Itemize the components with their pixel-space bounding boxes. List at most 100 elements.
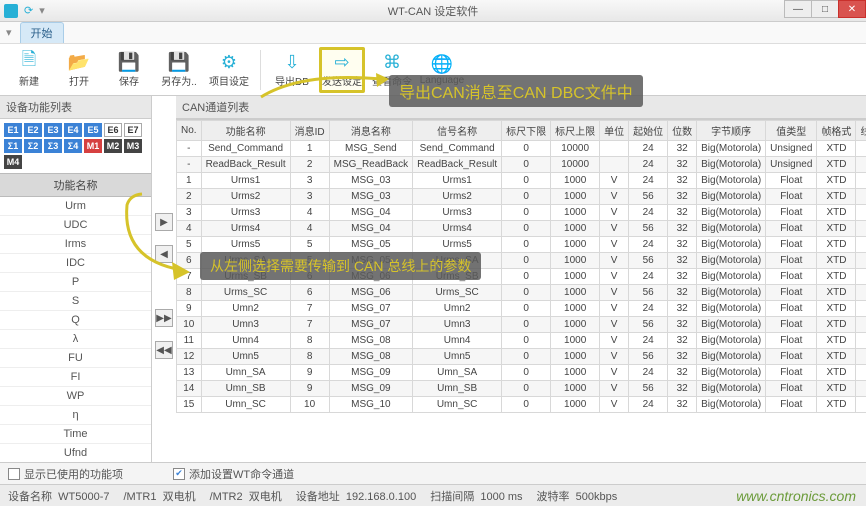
column-header[interactable]: 值类型 xyxy=(766,121,817,141)
table-cell: MSG_03 xyxy=(329,189,412,205)
saveas-button[interactable]: 💾另存为.. xyxy=(156,47,202,93)
table-row[interactable]: 5Urms55MSG_05Urms501000V2432Big(Motorola… xyxy=(177,237,866,253)
column-header[interactable]: 消息ID xyxy=(290,121,329,141)
element-tag[interactable]: E6 xyxy=(104,123,122,137)
open-button[interactable]: 📂打开 xyxy=(56,47,102,93)
qat-refresh-icon[interactable]: ⟳ xyxy=(24,4,33,17)
table-cell: 56 xyxy=(629,381,668,397)
table-cell: 1 xyxy=(856,237,866,253)
move-all-right-button[interactable]: ▶▶ xyxy=(155,309,173,327)
element-tag[interactable]: E2 xyxy=(24,123,42,137)
function-list[interactable]: UrmUDCIrmsIDCPSQλFUFIWPηTimeUfndIfndPfnd… xyxy=(0,197,151,476)
element-tag[interactable]: E3 xyxy=(44,123,62,137)
column-header[interactable]: 消息名称 xyxy=(329,121,412,141)
table-row[interactable]: 6Urms_SA5MSG_05Urms_SA01000V5632Big(Moto… xyxy=(177,253,866,269)
table-cell: Big(Motorola) xyxy=(697,365,766,381)
function-item[interactable]: P xyxy=(0,273,151,292)
table-row[interactable]: 15Umn_SC10MSG_10Umn_SC01000V2432Big(Moto… xyxy=(177,397,866,413)
column-header[interactable]: 功能名称 xyxy=(201,121,290,141)
element-tag[interactable]: M4 xyxy=(4,155,22,169)
function-item[interactable]: Q xyxy=(0,311,151,330)
move-right-button[interactable]: ▶ xyxy=(155,213,173,231)
project-settings-button[interactable]: ⚙项目设定 xyxy=(206,47,252,93)
move-left-button[interactable]: ◀ xyxy=(155,245,173,263)
table-row[interactable]: 9Umn27MSG_07Umn201000V2432Big(Motorola)F… xyxy=(177,301,866,317)
table-cell: 3 xyxy=(177,205,202,221)
table-cell: ReadBack_Result xyxy=(201,157,290,173)
element-tag[interactable]: M2 xyxy=(104,139,122,153)
table-row[interactable]: 13Umn_SA9MSG_09Umn_SA01000V2432Big(Motor… xyxy=(177,365,866,381)
table-cell: 56 xyxy=(629,285,668,301)
qat-dropdown-icon[interactable]: ▾ xyxy=(39,4,45,17)
table-cell: 32 xyxy=(668,141,697,157)
element-tag[interactable]: E7 xyxy=(124,123,142,137)
function-item[interactable]: WP xyxy=(0,387,151,406)
table-row[interactable]: 1Urms13MSG_03Urms101000V2432Big(Motorola… xyxy=(177,173,866,189)
table-cell: Big(Motorola) xyxy=(697,157,766,173)
element-tag[interactable]: M3 xyxy=(124,139,142,153)
column-header[interactable]: 信号名称 xyxy=(413,121,502,141)
table-cell: V xyxy=(600,381,629,397)
table-row[interactable]: 2Urms23MSG_03Urms201000V5632Big(Motorola… xyxy=(177,189,866,205)
function-item[interactable]: Irms xyxy=(0,235,151,254)
element-tag[interactable]: E1 xyxy=(4,123,22,137)
view-command-button[interactable]: ⌘查看命令 xyxy=(369,47,415,93)
element-tag[interactable]: Σ3 xyxy=(44,139,62,153)
send-settings-button[interactable]: ⇨发送设定 xyxy=(319,47,365,93)
function-item[interactable]: η xyxy=(0,406,151,425)
table-row[interactable]: 12Umn58MSG_08Umn501000V5632Big(Motorola)… xyxy=(177,349,866,365)
show-used-checkbox[interactable]: 显示已使用的功能项 xyxy=(8,466,123,482)
table-row[interactable]: 14Umn_SB9MSG_09Umn_SB01000V5632Big(Motor… xyxy=(177,381,866,397)
table-cell: MSG_04 xyxy=(329,221,412,237)
column-header[interactable]: 位数 xyxy=(668,121,697,141)
table-row[interactable]: -ReadBack_Result2MSG_ReadBackReadBack_Re… xyxy=(177,157,866,173)
table-cell: Umn_SB xyxy=(413,381,502,397)
table-row[interactable]: 7Urms_SB6MSG_06Urms_SB01000V2432Big(Moto… xyxy=(177,269,866,285)
element-tag[interactable]: Σ4 xyxy=(64,139,82,153)
function-item[interactable]: S xyxy=(0,292,151,311)
function-item[interactable]: UDC xyxy=(0,216,151,235)
column-header[interactable]: 标尺上限 xyxy=(551,121,600,141)
minimize-button[interactable]: — xyxy=(784,0,812,18)
table-row[interactable]: -Send_Command1MSG_SendSend_Command010000… xyxy=(177,141,866,157)
element-tag[interactable]: E5 xyxy=(84,123,102,137)
save-button[interactable]: 💾保存 xyxy=(106,47,152,93)
element-tag[interactable]: E4 xyxy=(64,123,82,137)
tab-start[interactable]: 开始 xyxy=(20,22,64,43)
table-cell: Big(Motorola) xyxy=(697,301,766,317)
table-cell: XTD xyxy=(817,141,856,157)
column-header[interactable]: 字节顺序 xyxy=(697,121,766,141)
table-row[interactable]: 8Urms_SC6MSG_06Urms_SC01000V5632Big(Moto… xyxy=(177,285,866,301)
function-item[interactable]: IDC xyxy=(0,254,151,273)
function-item[interactable]: Time xyxy=(0,425,151,444)
function-item[interactable]: FI xyxy=(0,368,151,387)
function-item[interactable]: Ufnd xyxy=(0,444,151,463)
column-header[interactable]: 起始位 xyxy=(629,121,668,141)
element-tag[interactable]: Σ1 xyxy=(4,139,22,153)
element-tag[interactable]: M1 xyxy=(84,139,102,153)
element-tag[interactable]: Σ2 xyxy=(24,139,42,153)
function-item[interactable]: FU xyxy=(0,349,151,368)
column-header[interactable]: No. xyxy=(177,121,202,141)
column-header[interactable]: 单位 xyxy=(600,121,629,141)
column-header[interactable]: 帧格式 xyxy=(817,121,856,141)
column-header[interactable]: 标尺下限 xyxy=(502,121,551,141)
function-item[interactable]: Urm xyxy=(0,197,151,216)
function-item[interactable]: λ xyxy=(0,330,151,349)
table-row[interactable]: 10Umn37MSG_07Umn301000V5632Big(Motorola)… xyxy=(177,317,866,333)
channel-grid[interactable]: No.功能名称消息ID消息名称信号名称标尺下限标尺上限单位起始位位数字节顺序值类… xyxy=(176,119,866,413)
new-button[interactable]: 🗎新建 xyxy=(6,47,52,93)
maximize-button[interactable]: □ xyxy=(811,0,839,18)
close-button[interactable]: ✕ xyxy=(838,0,866,18)
table-cell: Big(Motorola) xyxy=(697,253,766,269)
export-db-button[interactable]: ⇩导出DB xyxy=(269,47,315,93)
move-all-left-button[interactable]: ◀◀ xyxy=(155,341,173,359)
language-button[interactable]: 🌐Language xyxy=(419,47,465,93)
table-cell: 1 xyxy=(856,301,866,317)
add-wt-checkbox[interactable]: ✔添加设置WT命令通道 xyxy=(173,466,294,482)
column-header[interactable]: 线性缩放 xyxy=(856,121,866,141)
table-row[interactable]: 11Umn48MSG_08Umn401000V2432Big(Motorola)… xyxy=(177,333,866,349)
table-row[interactable]: 4Urms44MSG_04Urms401000V5632Big(Motorola… xyxy=(177,221,866,237)
table-row[interactable]: 3Urms34MSG_04Urms301000V2432Big(Motorola… xyxy=(177,205,866,221)
file-menu-icon[interactable]: ▾ xyxy=(6,26,12,39)
